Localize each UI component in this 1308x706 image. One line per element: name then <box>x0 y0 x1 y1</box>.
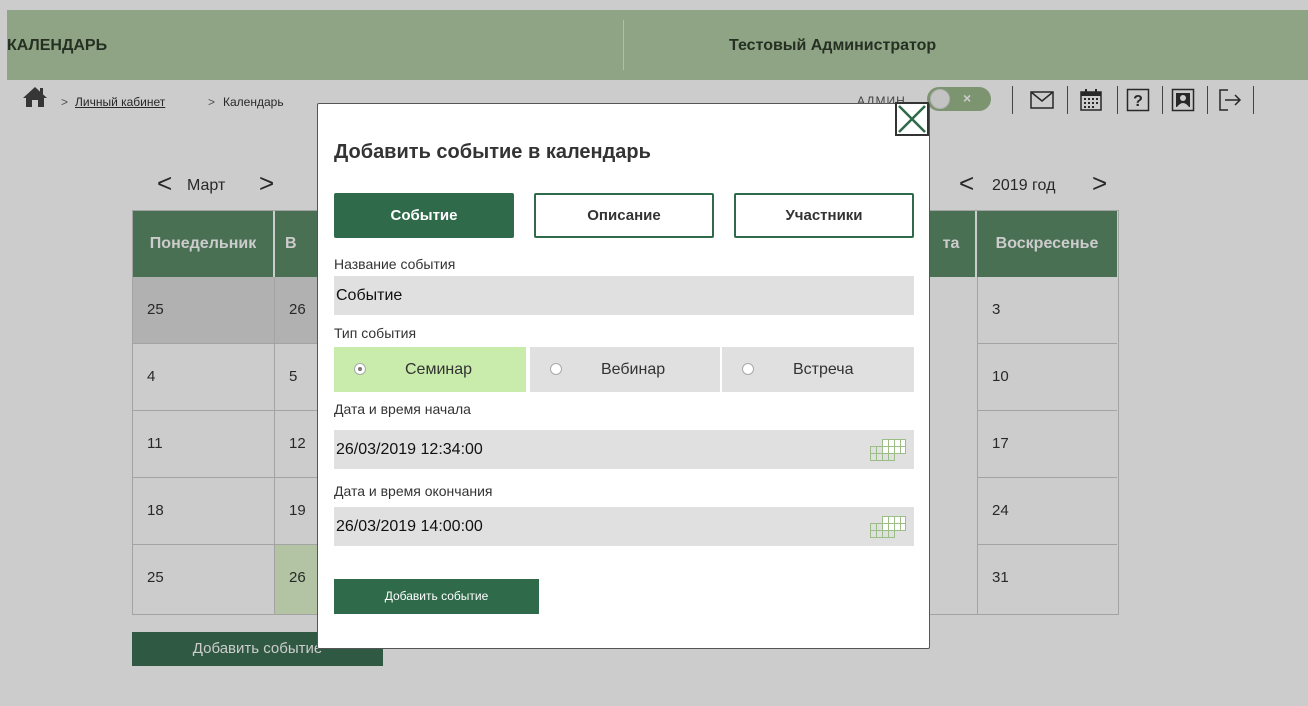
tab-participants[interactable]: Участники <box>734 193 914 238</box>
end-datetime-input[interactable]: 26/03/2019 14:00:00 <box>334 507 914 546</box>
add-event-dialog: Добавить событие в календарь Событие Опи… <box>317 102 930 649</box>
tab-event[interactable]: Событие <box>334 193 514 238</box>
tab-description[interactable]: Описание <box>534 193 714 238</box>
end-datetime-value: 26/03/2019 14:00:00 <box>336 518 483 535</box>
calendar-grid-icon[interactable] <box>868 438 908 462</box>
radio-icon <box>550 363 562 375</box>
event-type-webinar[interactable]: Вебинар <box>530 347 720 392</box>
end-datetime-label: Дата и время окончания <box>334 483 493 499</box>
start-datetime-value: 26/03/2019 12:34:00 <box>336 441 483 458</box>
close-icon[interactable] <box>895 102 929 136</box>
event-type-label: Тип события <box>334 325 417 341</box>
dialog-title: Добавить событие в календарь <box>334 141 651 163</box>
radio-label: Встреча <box>793 361 854 378</box>
start-datetime-label: Дата и время начала <box>334 401 471 417</box>
radio-icon <box>742 363 754 375</box>
event-type-seminar[interactable]: Семинар <box>334 347 526 392</box>
submit-add-event-button[interactable]: Добавить событие <box>334 579 539 614</box>
radio-label: Вебинар <box>601 361 666 378</box>
event-name-input[interactable]: Событие <box>334 276 914 315</box>
event-type-meeting[interactable]: Встреча <box>722 347 914 392</box>
radio-selected-icon <box>354 363 366 375</box>
start-datetime-input[interactable]: 26/03/2019 12:34:00 <box>334 430 914 469</box>
event-name-label: Название события <box>334 256 456 272</box>
radio-label: Семинар <box>405 361 473 378</box>
calendar-grid-icon[interactable] <box>868 515 908 539</box>
